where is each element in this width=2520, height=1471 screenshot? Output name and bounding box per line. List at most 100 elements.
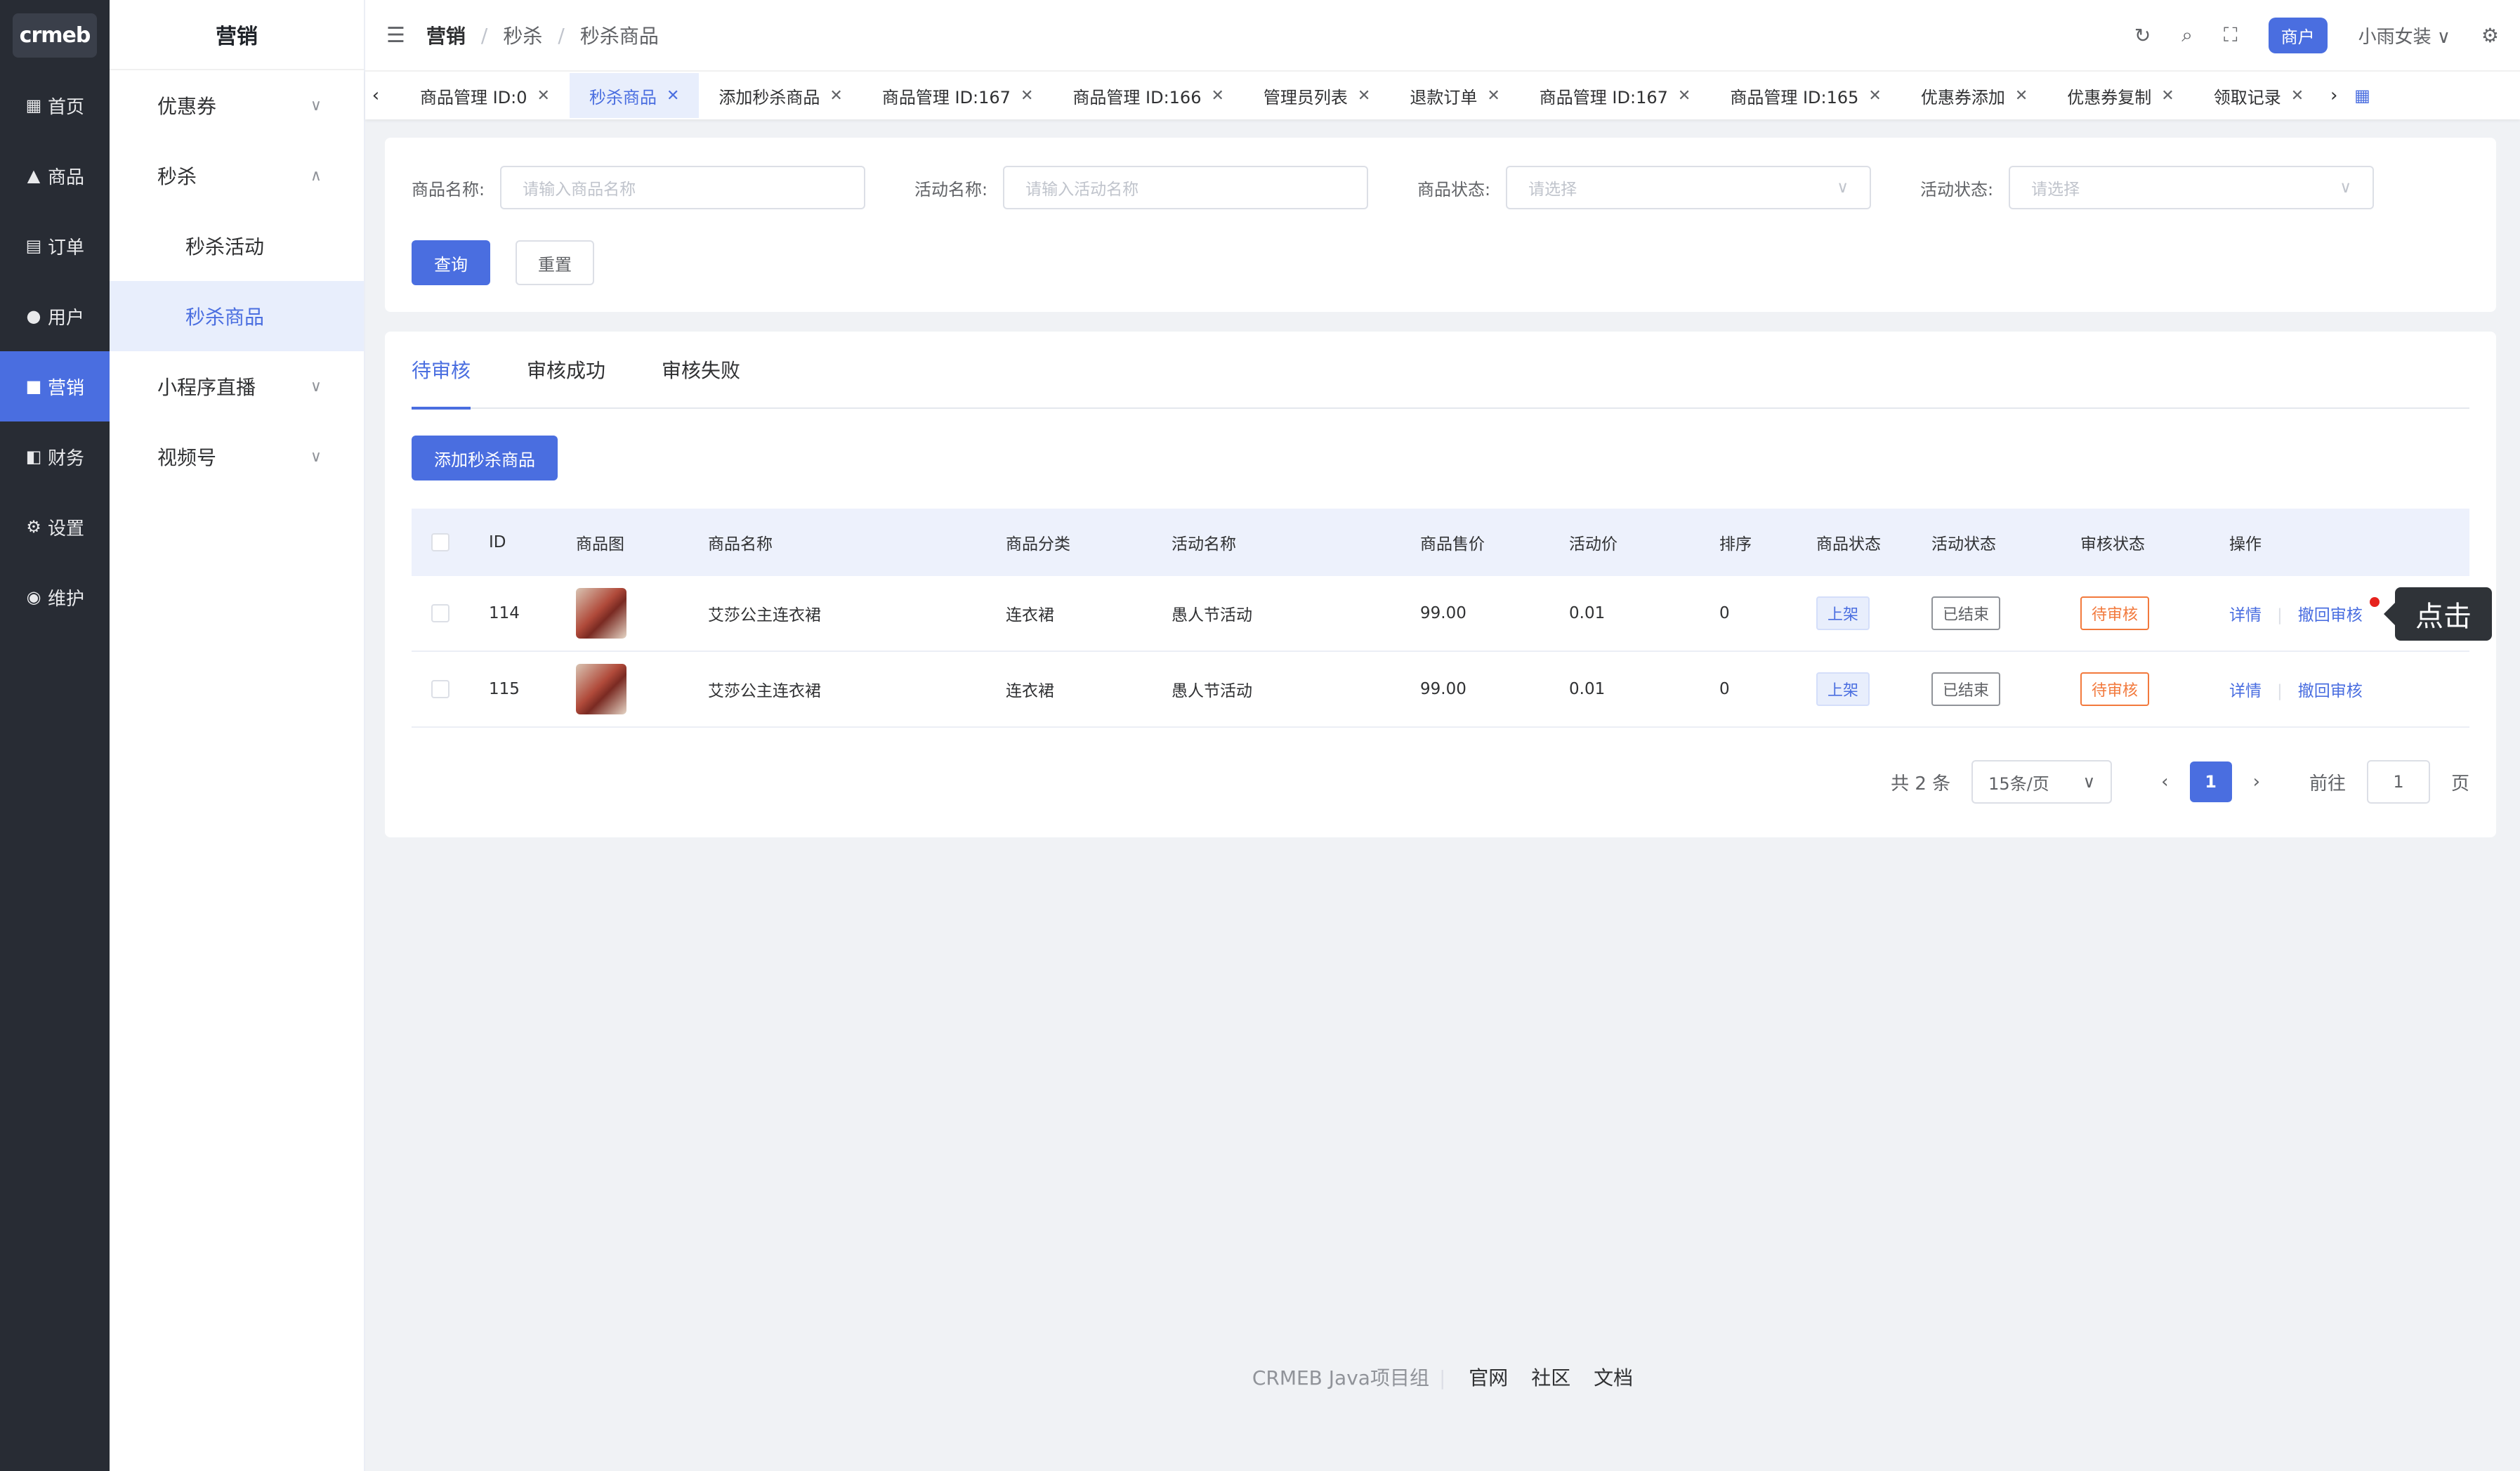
- sidebar-item-flash-sale[interactable]: 秒杀 ∧: [110, 140, 364, 211]
- footer-link-website[interactable]: 官网: [1469, 1366, 1508, 1390]
- tab-item[interactable]: 添加秒杀商品 ✕: [699, 73, 862, 118]
- chevron-left-icon[interactable]: ‹: [365, 85, 386, 106]
- reset-button[interactable]: 重置: [516, 240, 594, 285]
- activity-status-select[interactable]: 请选择 ∨: [2009, 166, 2375, 209]
- sidebar-item-video[interactable]: 视频号 ∨: [110, 421, 364, 492]
- total-count: 共 2 条: [1891, 773, 1951, 795]
- table-row: 115 艾莎公主连衣裙 连衣裙 愚人节活动 99.00 0.01 0 上架 已结…: [412, 652, 2469, 728]
- page-size-select[interactable]: 15条/页 ∨: [1971, 760, 2113, 804]
- tab-item[interactable]: 商品管理 ID:0 ✕: [400, 73, 570, 118]
- fullscreen-icon[interactable]: ⛶: [2224, 23, 2238, 47]
- chevron-down-icon: ∨: [2082, 772, 2096, 792]
- tab-pending[interactable]: 待审核: [412, 331, 471, 410]
- tab-item[interactable]: 商品管理 ID:166 ✕: [1053, 73, 1244, 118]
- tab-item[interactable]: 退款订单 ✕: [1390, 73, 1519, 118]
- menu-toggle-icon[interactable]: ☰: [386, 23, 405, 48]
- sidebar-item-flash-activity[interactable]: 秒杀活动: [110, 211, 364, 281]
- activity-name-input[interactable]: 请输入活动名称: [1003, 166, 1369, 209]
- product-list-panel: 待审核 审核成功 审核失败 添加秒杀商品 ID 商品图 商品名称 商品分类 活动…: [385, 332, 2496, 837]
- wallet-icon: ◧: [25, 447, 42, 466]
- footer: CRMEB Java项目组 | 官网 社区 文档: [1252, 1366, 1634, 1390]
- gear-icon: ⚙: [26, 517, 41, 537]
- product-status-select[interactable]: 请选择 ∨: [1506, 166, 1872, 209]
- select-all-checkbox[interactable]: [431, 533, 449, 551]
- click-tooltip: 点击: [2384, 587, 2492, 641]
- close-icon[interactable]: ✕: [537, 87, 550, 105]
- rail-item-products[interactable]: ▲ 商品: [0, 140, 110, 211]
- tab-item[interactable]: 管理员列表 ✕: [1244, 73, 1390, 118]
- close-icon[interactable]: ✕: [2015, 87, 2028, 105]
- close-icon[interactable]: ✕: [1021, 87, 1033, 105]
- tab-item[interactable]: 秒杀商品 ✕: [569, 73, 700, 118]
- sub-sidebar: 营销 优惠券 ∨ 秒杀 ∧ 秒杀活动 秒杀商品 小程序直播 ∨ 视频号 ∨: [110, 0, 365, 1471]
- user-menu[interactable]: 小雨女装 ∨: [2358, 22, 2450, 48]
- tab-item[interactable]: 商品管理 ID:167 ✕: [1520, 73, 1711, 118]
- row-checkbox[interactable]: [431, 604, 449, 622]
- close-icon[interactable]: ✕: [667, 87, 679, 105]
- chevron-right-icon[interactable]: ›: [2253, 771, 2260, 792]
- footer-link-community[interactable]: 社区: [1531, 1366, 1570, 1390]
- table-row: 114 艾莎公主连衣裙 连衣裙 愚人节活动 99.00 0.01 0 上架 已结…: [412, 576, 2469, 652]
- page-number[interactable]: 1: [2189, 761, 2232, 802]
- product-name-input[interactable]: 请输入商品名称: [500, 166, 866, 209]
- tab-item[interactable]: 商品管理 ID:167 ✕: [862, 73, 1054, 118]
- close-icon[interactable]: ✕: [1487, 87, 1499, 105]
- main-nav-rail: crmeb ▦ 首页 ▲ 商品 ▤ 订单 ● 用户 ■ 营销 ◧ 财务 ⚙ 设置 ◉ 维护: [0, 0, 110, 1471]
- close-icon[interactable]: ✕: [1678, 87, 1691, 105]
- close-icon[interactable]: ✕: [1358, 87, 1370, 105]
- chevron-down-icon: ∨: [310, 96, 322, 115]
- rail-item-orders[interactable]: ▤ 订单: [0, 211, 110, 281]
- sidebar-item-flash-products[interactable]: 秒杀商品: [110, 281, 364, 351]
- withdraw-audit-link[interactable]: 撤回审核: [2298, 682, 2363, 700]
- close-icon[interactable]: ✕: [829, 87, 842, 105]
- sidebar-title: 营销: [110, 0, 364, 70]
- tab-rejected[interactable]: 审核失败: [662, 331, 740, 408]
- close-icon[interactable]: ✕: [2161, 87, 2174, 105]
- tab-approved[interactable]: 审核成功: [527, 331, 605, 408]
- logo[interactable]: crmeb: [0, 0, 110, 70]
- chevron-right-icon[interactable]: ›: [2323, 85, 2344, 106]
- query-button[interactable]: 查询: [412, 240, 490, 285]
- rail-item-settings[interactable]: ⚙ 设置: [0, 492, 110, 562]
- close-icon[interactable]: ✕: [2291, 87, 2304, 105]
- tool-icon: ◉: [26, 587, 41, 607]
- add-flash-product-button[interactable]: 添加秒杀商品: [412, 436, 558, 480]
- gear-icon[interactable]: ⚙: [2481, 24, 2499, 47]
- table-header: ID 商品图 商品名称 商品分类 活动名称 商品售价 活动价 排序 商品状态 活…: [412, 509, 2469, 576]
- tab-item[interactable]: 领取记录 ✕: [2194, 73, 2323, 118]
- tab-item[interactable]: 优惠券添加 ✕: [1901, 73, 2047, 118]
- footer-link-docs[interactable]: 文档: [1594, 1366, 1633, 1390]
- product-thumbnail[interactable]: [576, 664, 626, 714]
- product-thumbnail[interactable]: [576, 588, 626, 639]
- filter-activity-status: 活动状态: 请选择 ∨: [1920, 166, 2375, 209]
- close-icon[interactable]: ✕: [1868, 87, 1881, 105]
- breadcrumb: 营销 / 秒杀 / 秒杀商品: [426, 23, 659, 48]
- detail-link[interactable]: 详情: [2229, 606, 2262, 625]
- withdraw-audit-link[interactable]: 撤回审核: [2298, 606, 2363, 625]
- filter-product-status: 商品状态: 请选择 ∨: [1417, 166, 1872, 209]
- sidebar-item-live[interactable]: 小程序直播 ∨: [110, 351, 364, 421]
- tab-item[interactable]: 优惠券复制 ✕: [2047, 73, 2193, 118]
- tab-item[interactable]: 商品管理 ID:165 ✕: [1710, 73, 1901, 118]
- row-checkbox[interactable]: [431, 680, 449, 698]
- sidebar-item-coupons[interactable]: 优惠券 ∨: [110, 70, 364, 140]
- goto-page-input[interactable]: 1: [2366, 760, 2430, 804]
- merchant-badge[interactable]: 商户: [2268, 17, 2328, 53]
- search-icon[interactable]: ⌕: [2181, 23, 2193, 47]
- rail-item-finance[interactable]: ◧ 财务: [0, 421, 110, 492]
- close-icon[interactable]: ✕: [1211, 87, 1223, 105]
- grid-icon: ▦: [25, 96, 42, 115]
- status-badge: 待审核: [2080, 672, 2150, 706]
- status-badge: 上架: [1816, 672, 1870, 706]
- refresh-icon[interactable]: ↻: [2134, 24, 2151, 47]
- apps-icon[interactable]: ▦: [2354, 86, 2370, 105]
- rail-item-maintenance[interactable]: ◉ 维护: [0, 562, 110, 632]
- chevron-left-icon[interactable]: ‹: [2161, 771, 2168, 792]
- rail-item-home[interactable]: ▦ 首页: [0, 70, 110, 140]
- ticket-icon: ■: [25, 377, 42, 396]
- rail-item-marketing[interactable]: ■ 营销: [0, 351, 110, 421]
- click-indicator-dot: [2370, 597, 2380, 607]
- rail-item-users[interactable]: ● 用户: [0, 281, 110, 351]
- clipboard-icon: ▤: [25, 236, 42, 256]
- detail-link[interactable]: 详情: [2229, 682, 2262, 700]
